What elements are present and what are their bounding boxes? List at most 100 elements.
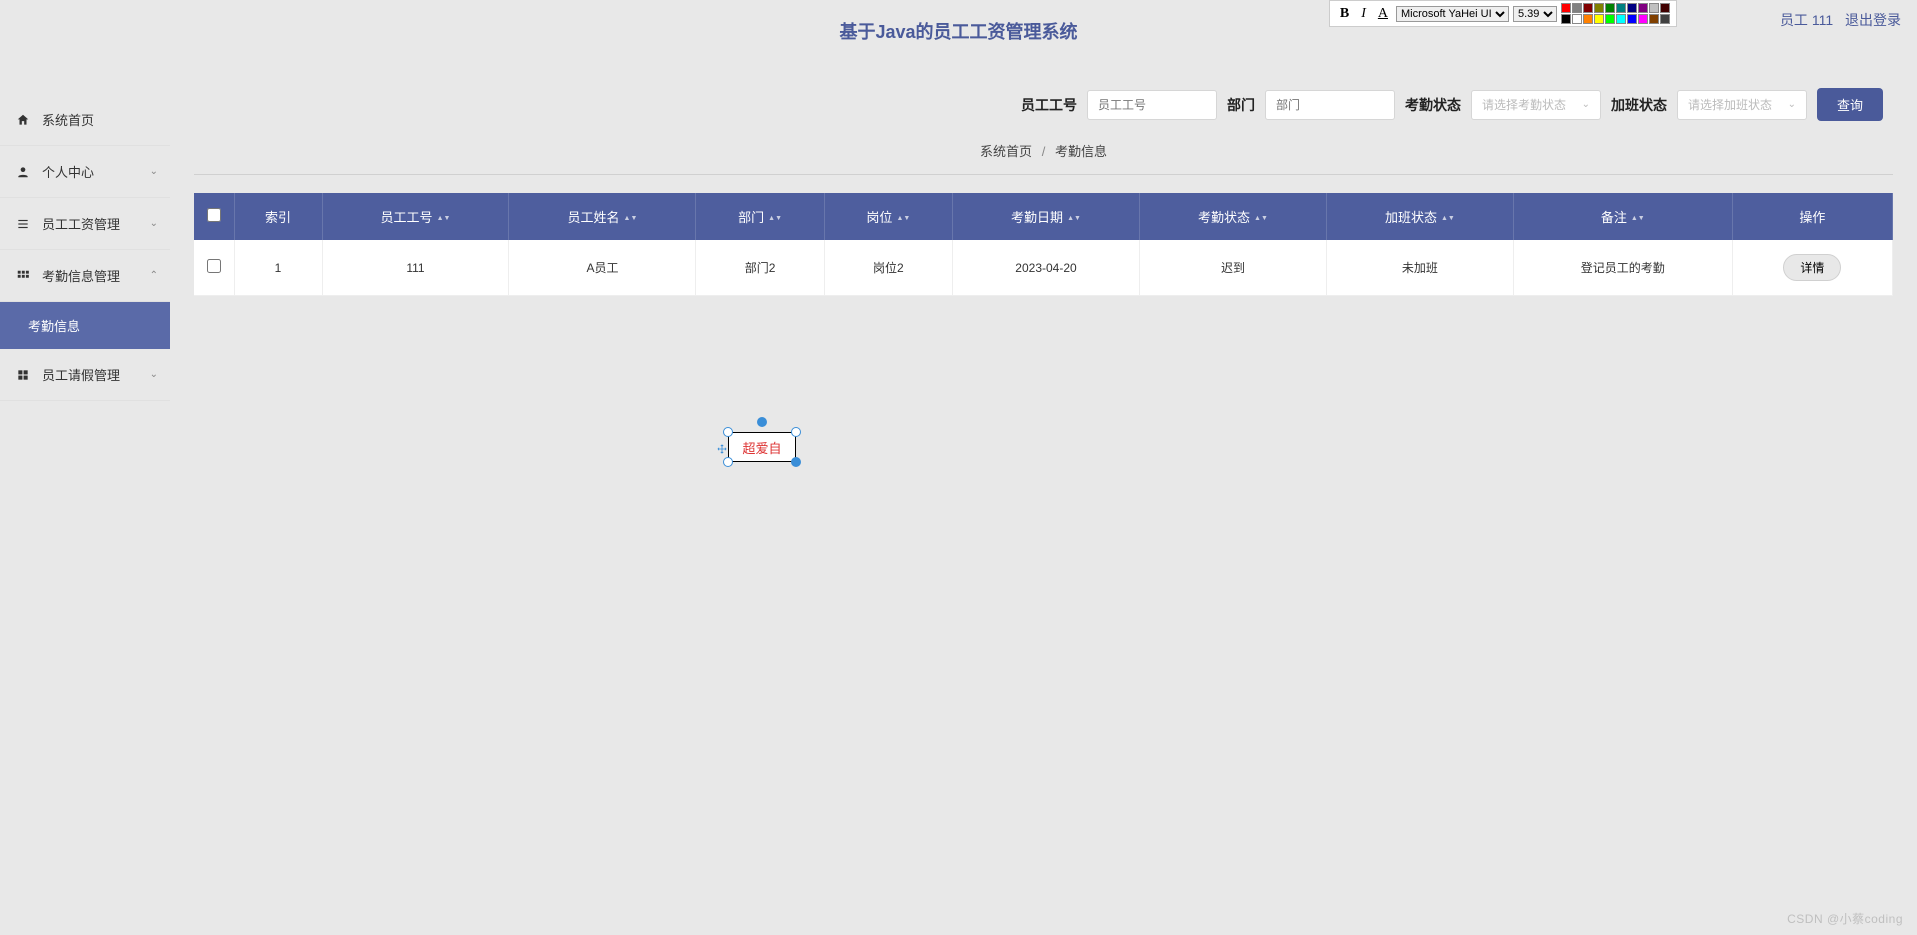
move-handle[interactable] — [717, 442, 727, 452]
main-content: 员工工号 部门 考勤状态 请选择考勤状态 ⌄ 加班状态 请选择加班状态 ⌄ 查询… — [170, 52, 1917, 935]
overtime-status-select[interactable]: 请选择加班状态 ⌄ — [1677, 90, 1807, 120]
color-swatch[interactable] — [1638, 3, 1648, 13]
annotation-textbox[interactable]: 超爱自 — [728, 432, 796, 462]
color-swatch[interactable] — [1572, 14, 1582, 24]
col-post[interactable]: 岗位▲▼ — [824, 193, 952, 240]
dept-input[interactable] — [1265, 90, 1395, 120]
sidebar-item-label: 系统首页 — [42, 110, 94, 129]
chevron-up-icon: ⌃ — [150, 270, 158, 281]
color-swatch[interactable] — [1561, 14, 1571, 24]
dept-label: 部门 — [1227, 95, 1255, 115]
watermark: CSDN @小蔡coding — [1787, 910, 1903, 927]
color-swatch[interactable] — [1616, 3, 1626, 13]
sidebar-item-label: 考勤信息管理 — [42, 266, 120, 285]
cell-attend: 迟到 — [1139, 240, 1326, 296]
grid-icon — [14, 269, 32, 283]
color-swatch[interactable] — [1572, 3, 1582, 13]
chevron-down-icon: ⌄ — [150, 166, 158, 177]
logout-link[interactable]: 退出登录 — [1845, 12, 1901, 28]
font-size-select[interactable]: 5.39 — [1513, 6, 1557, 22]
breadcrumb-current: 考勤信息 — [1055, 144, 1107, 159]
col-action: 操作 — [1732, 193, 1892, 240]
emp-id-label: 员工工号 — [1021, 95, 1077, 115]
attend-status-select[interactable]: 请选择考勤状态 ⌄ — [1471, 90, 1601, 120]
color-palette[interactable] — [1561, 3, 1670, 24]
user-bar: 员工 111 退出登录 — [1772, 10, 1901, 30]
col-attend[interactable]: 考勤状态▲▼ — [1139, 193, 1326, 240]
color-swatch[interactable] — [1605, 3, 1615, 13]
sort-icon: ▲▼ — [896, 216, 910, 222]
breadcrumb-home[interactable]: 系统首页 — [980, 144, 1032, 159]
cell-remark: 登记员工的考勤 — [1513, 240, 1732, 296]
sidebar-item-label: 员工工资管理 — [42, 214, 120, 233]
font-color-button[interactable]: A — [1374, 6, 1392, 22]
sort-icon: ▲▼ — [1067, 216, 1081, 222]
cell-overtime: 未加班 — [1326, 240, 1513, 296]
cell-emp-id: 111 — [322, 240, 509, 296]
color-swatch[interactable] — [1594, 3, 1604, 13]
row-checkbox[interactable] — [207, 259, 221, 273]
attend-status-label: 考勤状态 — [1405, 95, 1461, 115]
cell-emp-name: A员工 — [509, 240, 696, 296]
cell-index: 1 — [234, 240, 322, 296]
color-swatch[interactable] — [1605, 14, 1615, 24]
sort-icon: ▲▼ — [1254, 216, 1268, 222]
col-overtime[interactable]: 加班状态▲▼ — [1326, 193, 1513, 240]
color-swatch[interactable] — [1649, 3, 1659, 13]
detail-button[interactable]: 详情 — [1783, 254, 1841, 281]
cell-date: 2023-04-20 — [953, 240, 1140, 296]
color-swatch[interactable] — [1616, 14, 1626, 24]
color-swatch[interactable] — [1583, 14, 1593, 24]
table-row: 1 111 A员工 部门2 岗位2 2023-04-20 迟到 未加班 登记员工… — [194, 240, 1893, 296]
col-date[interactable]: 考勤日期▲▼ — [953, 193, 1140, 240]
col-index[interactable]: 索引 — [234, 193, 322, 240]
color-swatch[interactable] — [1660, 3, 1670, 13]
color-swatch[interactable] — [1627, 14, 1637, 24]
sidebar-item-profile[interactable]: 个人中心 ⌄ — [0, 146, 170, 198]
editor-toolbar: B I A Microsoft YaHei UI 5.39 — [1329, 0, 1677, 27]
font-family-select[interactable]: Microsoft YaHei UI — [1396, 6, 1509, 22]
sidebar: 系统首页 个人中心 ⌄ 员工工资管理 ⌄ 考勤信息管理 ⌃ 考勤信息 员工请假管… — [0, 52, 170, 935]
sidebar-item-salary[interactable]: 员工工资管理 ⌄ — [0, 198, 170, 250]
annotation-text: 超爱自 — [742, 438, 781, 457]
color-swatch[interactable] — [1561, 3, 1571, 13]
rotate-handle[interactable] — [757, 417, 767, 427]
col-remark[interactable]: 备注▲▼ — [1513, 193, 1732, 240]
sidebar-item-label: 员工请假管理 — [42, 365, 120, 384]
resize-handle[interactable] — [791, 427, 801, 437]
resize-handle[interactable] — [723, 427, 733, 437]
col-dept[interactable]: 部门▲▼ — [696, 193, 824, 240]
sort-icon: ▲▼ — [768, 216, 782, 222]
col-emp-name[interactable]: 员工姓名▲▼ — [509, 193, 696, 240]
italic-button[interactable]: I — [1357, 6, 1370, 22]
person-icon — [14, 165, 32, 179]
sort-icon: ▲▼ — [437, 216, 451, 222]
chevron-down-icon: ⌄ — [150, 369, 158, 380]
select-all-checkbox[interactable] — [207, 208, 221, 222]
color-swatch[interactable] — [1583, 3, 1593, 13]
sidebar-item-home[interactable]: 系统首页 — [0, 94, 170, 146]
search-bar: 员工工号 部门 考勤状态 请选择考勤状态 ⌄ 加班状态 请选择加班状态 ⌄ 查询 — [194, 82, 1893, 127]
overtime-status-label: 加班状态 — [1611, 95, 1667, 115]
color-swatch[interactable] — [1649, 14, 1659, 24]
breadcrumb-separator: / — [1042, 144, 1046, 159]
color-swatch[interactable] — [1638, 14, 1648, 24]
col-emp-id[interactable]: 员工工号▲▼ — [322, 193, 509, 240]
resize-handle[interactable] — [723, 457, 733, 467]
search-button[interactable]: 查询 — [1817, 88, 1883, 121]
resize-handle[interactable] — [791, 457, 801, 467]
color-swatch[interactable] — [1660, 14, 1670, 24]
sidebar-item-leave[interactable]: 员工请假管理 ⌄ — [0, 349, 170, 401]
sidebar-item-attendance[interactable]: 考勤信息管理 ⌃ — [0, 250, 170, 302]
user-role-label[interactable]: 员工 111 — [1780, 12, 1833, 28]
sidebar-subitem-attendance-info[interactable]: 考勤信息 — [0, 302, 170, 349]
cell-action: 详情 — [1732, 240, 1892, 296]
cell-dept: 部门2 — [696, 240, 824, 296]
select-placeholder: 请选择加班状态 — [1688, 96, 1772, 113]
bold-button[interactable]: B — [1336, 6, 1353, 22]
breadcrumb: 系统首页 / 考勤信息 — [194, 127, 1893, 175]
color-swatch[interactable] — [1594, 14, 1604, 24]
sort-icon: ▲▼ — [1631, 216, 1645, 222]
color-swatch[interactable] — [1627, 3, 1637, 13]
emp-id-input[interactable] — [1087, 90, 1217, 120]
